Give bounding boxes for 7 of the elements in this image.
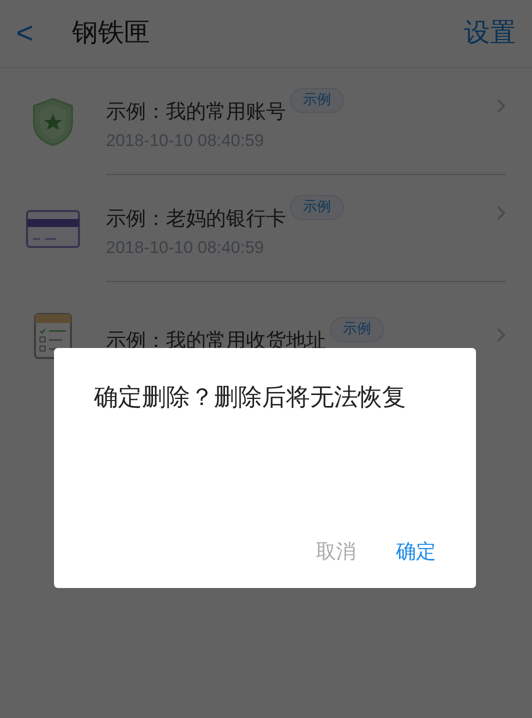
tag: 示例	[290, 88, 344, 114]
tag: 示例	[290, 195, 344, 220]
page-title: 钢铁匣	[72, 17, 150, 50]
tag: 示例	[330, 316, 384, 342]
dialog-message: 确定删除？删除后将无法恢复	[93, 382, 407, 413]
item-title: 示例：老妈的银行卡	[106, 205, 286, 232]
item-title: 示例：我的常用账号	[106, 98, 286, 126]
